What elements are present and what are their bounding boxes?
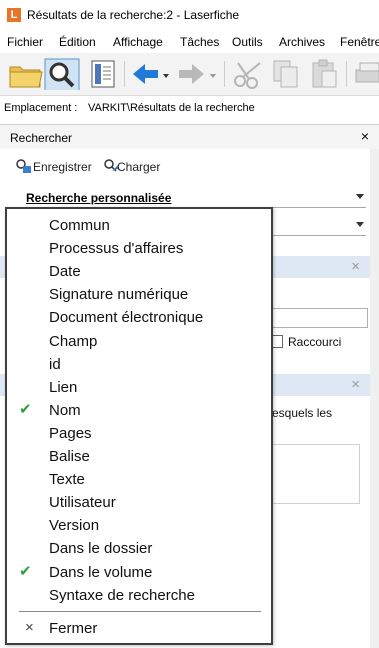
menu-edition[interactable]: Édition [59, 35, 96, 49]
menu-item[interactable]: ✔Utilisateur [7, 492, 271, 514]
menu-item[interactable]: ✔Processus d'affaires [7, 238, 271, 260]
search-icon[interactable] [44, 58, 80, 90]
menu-item[interactable]: ✔Commun [7, 215, 271, 237]
menu-archives[interactable]: Archives [279, 35, 325, 49]
menu-item[interactable]: ✔Texte [7, 469, 271, 491]
panel-close-icon[interactable]: × [361, 128, 369, 144]
menu-item-label: Commun [49, 217, 110, 234]
criteria-close-icon[interactable]: × [351, 258, 360, 275]
menu-item[interactable]: ✔Dans le dossier [7, 538, 271, 560]
menu-item[interactable]: ✔Balise [7, 446, 271, 468]
search-panel-header: Rechercher × [0, 124, 379, 150]
search-criteria-menu: × Fermer ✔Commun✔Processus d'affaires✔Da… [5, 207, 273, 645]
menu-close-label: Fermer [49, 620, 98, 637]
menu-item[interactable]: ✔ Dans le volume [7, 562, 271, 584]
paste-icon[interactable] [308, 58, 340, 90]
panel-title: Rechercher [10, 131, 73, 145]
menu-item[interactable]: ✔Syntaxe de recherche [7, 585, 271, 607]
menu-close-item[interactable]: × Fermer [7, 617, 271, 639]
toolbar [0, 53, 379, 96]
menu-item[interactable]: ✔Pages [7, 423, 271, 445]
window-title: Résultats de la recherche:2 - Laserfiche [27, 8, 240, 22]
menu-item[interactable]: ✔Document électronique [7, 307, 271, 329]
menu-item-label: Champ [49, 332, 98, 350]
menu-item-label: Dans le dossier [49, 540, 153, 558]
location-path: VARKIT\Résultats de la recherche [88, 102, 255, 114]
partial-description-text: esquels les [272, 406, 333, 420]
back-dropdown-icon[interactable] [161, 58, 171, 90]
vertical-scrollbar[interactable] [370, 149, 379, 648]
menu-fenetre[interactable]: Fenêtre [340, 35, 379, 49]
forward-dropdown-icon[interactable] [208, 58, 218, 90]
toolbar-separator [224, 61, 225, 87]
menu-item-label: Dans le volume [49, 563, 153, 581]
laserfiche-logo-icon: L [7, 8, 21, 22]
chevron-down-icon [356, 222, 364, 227]
menu-item-label: Lien [49, 378, 78, 396]
toolbar-separator [124, 61, 125, 87]
menu-item-label: Texte [49, 471, 85, 489]
check-icon: ✔ [19, 562, 32, 580]
copy-icon[interactable] [270, 58, 302, 90]
search-type-value: Recherche personnalisée [26, 191, 172, 205]
menu-outils[interactable]: Outils [232, 35, 263, 49]
menu-item[interactable]: ✔id [7, 354, 271, 376]
print-icon[interactable] [352, 58, 379, 90]
menu-item[interactable]: ✔Date [7, 261, 271, 283]
menu-item-label: Date [49, 263, 81, 281]
scissors-icon[interactable] [232, 58, 266, 90]
menu-item-label: Balise [49, 448, 90, 465]
menu-item-label: Document électronique [49, 309, 204, 327]
close-icon: × [25, 619, 34, 636]
menu-item[interactable]: ✔Version [7, 515, 271, 537]
menu-item-label: Nom [49, 401, 81, 419]
folder-icon[interactable] [8, 58, 44, 90]
load-button[interactable]: Charger [117, 160, 160, 174]
menu-item-label: Pages [49, 424, 92, 442]
title-bar: L Résultats de la recherche:2 - Laserfic… [0, 0, 379, 31]
menu-item-label: Version [49, 517, 100, 535]
chevron-down-icon [356, 194, 364, 199]
menu-item-label: Utilisateur [49, 494, 116, 512]
document-view-icon[interactable] [88, 58, 118, 90]
save-button[interactable]: Enregistrer [33, 160, 92, 174]
menu-taches[interactable]: Tâches [180, 35, 219, 49]
shortcut-label: Raccourci [288, 335, 342, 349]
menu-fichier[interactable]: Fichier [7, 35, 43, 49]
menu-item-label: Signature numérique [49, 286, 189, 304]
menu-affichage[interactable]: Affichage [113, 35, 163, 49]
menu-item-label: Syntaxe de recherche [49, 586, 195, 604]
menu-item-label: id [49, 355, 61, 373]
back-arrow-icon[interactable] [130, 58, 160, 90]
menu-item[interactable]: ✔Lien [7, 377, 271, 399]
save-search-icon [16, 159, 31, 173]
forward-arrow-icon[interactable] [177, 58, 207, 90]
criteria-close-icon[interactable]: × [351, 376, 360, 393]
search-type-dropdown[interactable]: Recherche personnalisée [18, 189, 366, 208]
menu-separator [19, 611, 261, 612]
menu-item-label: Processus d'affaires [49, 240, 184, 258]
menu-item[interactable]: ✔Champ [7, 331, 271, 353]
check-icon: ✔ [19, 400, 32, 418]
location-label: Emplacement : [4, 102, 78, 114]
toolbar-separator [346, 61, 347, 87]
location-bar: Emplacement : VARKIT\Résultats de la rec… [0, 96, 379, 120]
menu-item[interactable]: ✔Signature numérique [7, 284, 271, 306]
menu-item[interactable]: ✔ Nom [7, 400, 271, 422]
criteria-textarea[interactable] [270, 444, 360, 504]
criteria-input[interactable] [270, 308, 368, 328]
